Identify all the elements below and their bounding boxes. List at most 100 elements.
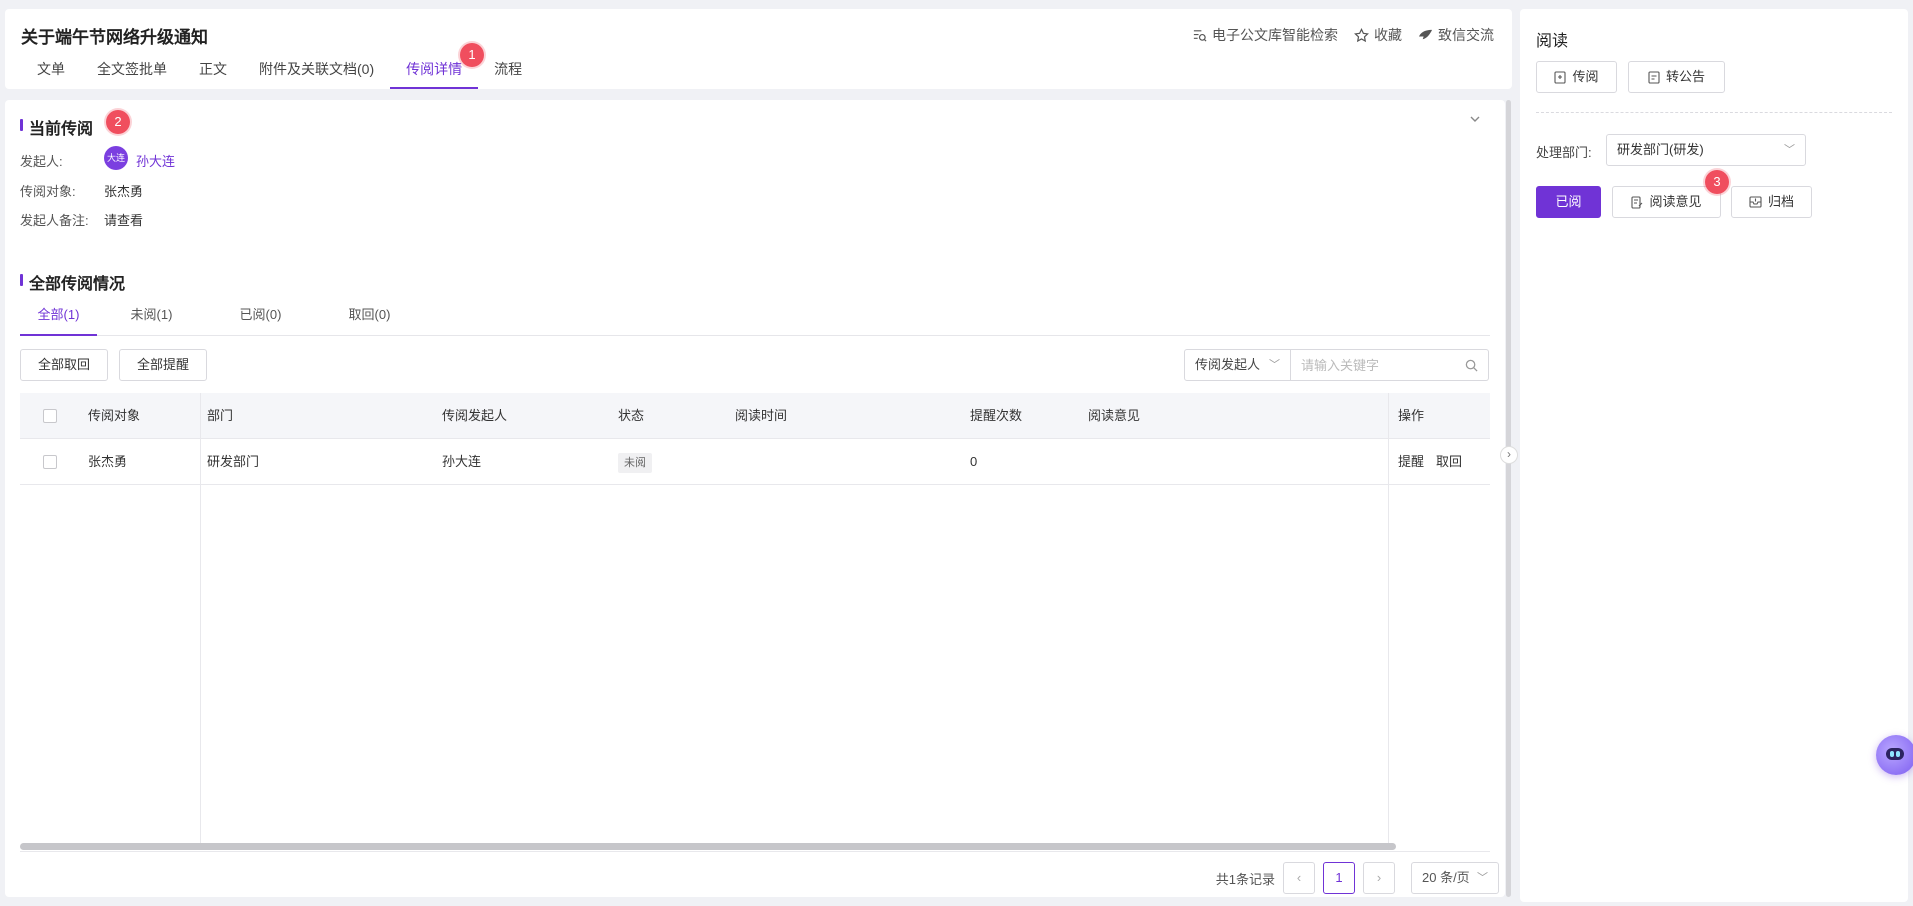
reading-opinion-label: 阅读意见 bbox=[1649, 194, 1702, 209]
filter-bar: 传阅发起人 ﹀ bbox=[1184, 349, 1489, 381]
tab-form[interactable]: 文单 bbox=[21, 57, 81, 89]
recall-link[interactable]: 取回 bbox=[1436, 439, 1462, 485]
circulation-status-tabs: 全部(1) 未阅(1) 已阅(0) 取回(0) bbox=[20, 298, 1490, 336]
panel-toggle-chevron-icon[interactable]: › bbox=[1500, 446, 1518, 464]
reading-opinion-button[interactable]: 阅读意见 bbox=[1612, 186, 1721, 218]
tab-recalled[interactable]: 取回(0) bbox=[315, 298, 424, 335]
vertical-scrollbar[interactable] bbox=[1506, 100, 1511, 897]
table-row: 张杰勇 研发部门 孙大连 未阅 0 提醒 取回 bbox=[20, 439, 1490, 485]
step-marker-2: 2 bbox=[106, 110, 130, 134]
chevron-down-icon: ﹀ bbox=[1784, 144, 1795, 156]
collapse-chevron-icon[interactable] bbox=[1468, 112, 1482, 129]
tab-read[interactable]: 已阅(0) bbox=[206, 298, 315, 335]
tab-body[interactable]: 正文 bbox=[183, 57, 243, 89]
next-page-button[interactable]: › bbox=[1363, 862, 1395, 894]
tab-workflow[interactable]: 流程 bbox=[478, 57, 538, 89]
archive-label: 归档 bbox=[1767, 194, 1794, 209]
archive-button[interactable]: 归档 bbox=[1731, 186, 1812, 218]
circulate-label: 传阅 bbox=[1572, 69, 1599, 84]
cell-initiator: 孙大连 bbox=[442, 454, 482, 469]
remind-all-button[interactable]: 全部提醒 bbox=[119, 349, 207, 381]
page-size-select[interactable]: 20 条/页 ﹀ bbox=[1411, 862, 1499, 894]
circulate-button[interactable]: 传阅 bbox=[1536, 61, 1617, 93]
column-header-target: 传阅对象 bbox=[88, 408, 141, 423]
robot-eye-right bbox=[1896, 751, 1900, 757]
column-header-remind-count: 提醒次数 bbox=[970, 408, 1023, 423]
circulate-icon bbox=[1554, 70, 1567, 84]
target-value: 张杰勇 bbox=[104, 184, 144, 199]
mark-read-button[interactable]: 已阅 bbox=[1536, 186, 1601, 218]
dept-select[interactable]: 研发部门(研发) ﹀ bbox=[1606, 134, 1806, 166]
robot-eye-left bbox=[1890, 751, 1894, 757]
step-marker-1: 1 bbox=[460, 43, 484, 67]
avatar: 大连 bbox=[104, 146, 128, 170]
search-list-icon bbox=[1193, 29, 1207, 42]
chevron-down-icon: ﹀ bbox=[1269, 359, 1280, 371]
tab-unread[interactable]: 未阅(1) bbox=[97, 298, 206, 335]
initiator-label: 发起人: bbox=[20, 154, 63, 169]
reading-panel: 阅读 传阅 转公告 处理部门: 研发部门(研发) ﹀ 已阅 阅读意见 归档 bbox=[1520, 9, 1908, 902]
document-title: 关于端午节网络升级通知 bbox=[21, 28, 208, 47]
divider bbox=[1536, 112, 1892, 113]
total-records: 共1条记录 bbox=[1215, 871, 1275, 887]
dept-select-value: 研发部门(研发) bbox=[1617, 142, 1704, 157]
page-number-button[interactable]: 1 bbox=[1323, 862, 1355, 894]
announce-button[interactable]: 转公告 bbox=[1628, 61, 1725, 93]
row-checkbox[interactable] bbox=[43, 455, 57, 469]
chat-label: 致信交流 bbox=[1438, 27, 1494, 43]
column-header-actions: 操作 bbox=[1398, 408, 1425, 423]
column-header-status: 状态 bbox=[618, 408, 645, 423]
announcement-icon bbox=[1648, 70, 1660, 84]
smart-search-label: 电子公文库智能检索 bbox=[1212, 27, 1338, 43]
note-value: 请查看 bbox=[104, 213, 144, 228]
announce-label: 转公告 bbox=[1665, 69, 1705, 84]
robot-face bbox=[1886, 748, 1904, 760]
header-actions: 电子公文库智能检索 收藏 致信交流 bbox=[1192, 25, 1494, 45]
cell-target: 张杰勇 bbox=[88, 454, 128, 469]
column-header-read-time: 阅读时间 bbox=[735, 408, 788, 423]
chat-button[interactable]: 致信交流 bbox=[1418, 25, 1494, 45]
table-footer-divider bbox=[20, 851, 1490, 852]
paper-plane-icon bbox=[1418, 29, 1433, 39]
column-header-opinion: 阅读意见 bbox=[1088, 408, 1141, 423]
document-tabs: 文单 全文签批单 正文 附件及关联文档(0) 传阅详情 流程 bbox=[21, 57, 538, 89]
initiator-filter-value: 传阅发起人 bbox=[1195, 357, 1261, 372]
cell-dept: 研发部门 bbox=[207, 454, 260, 469]
favorite-label: 收藏 bbox=[1374, 27, 1402, 43]
keyword-search-input[interactable] bbox=[1301, 350, 1461, 380]
dept-label: 处理部门: bbox=[1536, 145, 1592, 160]
search-icon[interactable] bbox=[1465, 359, 1478, 372]
cell-status: 未阅 bbox=[618, 439, 652, 485]
star-icon bbox=[1354, 27, 1369, 42]
smart-search-button[interactable]: 电子公文库智能检索 bbox=[1192, 25, 1338, 45]
fixed-column-divider-right bbox=[1388, 393, 1389, 843]
cell-remind-count: 0 bbox=[970, 454, 978, 469]
keyword-search-box bbox=[1291, 349, 1489, 381]
prev-page-button[interactable]: ‹ bbox=[1283, 862, 1315, 894]
tab-all[interactable]: 全部(1) bbox=[20, 298, 97, 336]
favorite-button[interactable]: 收藏 bbox=[1354, 25, 1402, 45]
tab-attachments[interactable]: 附件及关联文档(0) bbox=[243, 57, 390, 89]
edit-doc-icon bbox=[1631, 195, 1643, 209]
table-header: 传阅对象 部门 传阅发起人 状态 阅读时间 提醒次数 阅读意见 操作 bbox=[20, 393, 1490, 439]
column-header-initiator: 传阅发起人 bbox=[442, 408, 508, 423]
status-badge: 未阅 bbox=[618, 452, 652, 473]
tab-approval-sheet[interactable]: 全文签批单 bbox=[81, 57, 183, 89]
circulation-table: 传阅对象 部门 传阅发起人 状态 阅读时间 提醒次数 阅读意见 操作 张杰勇 研… bbox=[20, 393, 1490, 843]
all-circulation-title: 全部传阅情况 bbox=[20, 270, 125, 294]
column-header-dept: 部门 bbox=[207, 408, 234, 423]
current-circulation-title: 当前传阅 bbox=[20, 115, 93, 139]
ai-assistant-robot-icon[interactable] bbox=[1876, 735, 1913, 775]
remind-link[interactable]: 提醒 bbox=[1398, 439, 1424, 485]
initiator-filter-select[interactable]: 传阅发起人 ﹀ bbox=[1184, 349, 1291, 381]
select-all-checkbox[interactable] bbox=[43, 409, 57, 423]
horizontal-scrollbar[interactable] bbox=[20, 843, 1396, 850]
chevron-down-icon: ﹀ bbox=[1477, 872, 1488, 884]
panel-title: 阅读 bbox=[1536, 33, 1569, 50]
step-marker-3: 3 bbox=[1705, 170, 1729, 194]
note-label: 发起人备注: bbox=[20, 213, 89, 228]
document-header: 关于端午节网络升级通知 文单 全文签批单 正文 附件及关联文档(0) 传阅详情 … bbox=[5, 9, 1512, 89]
initiator-name-link[interactable]: 孙大连 bbox=[136, 151, 175, 170]
recall-all-button[interactable]: 全部取回 bbox=[20, 349, 108, 381]
target-label: 传阅对象: bbox=[20, 184, 76, 199]
